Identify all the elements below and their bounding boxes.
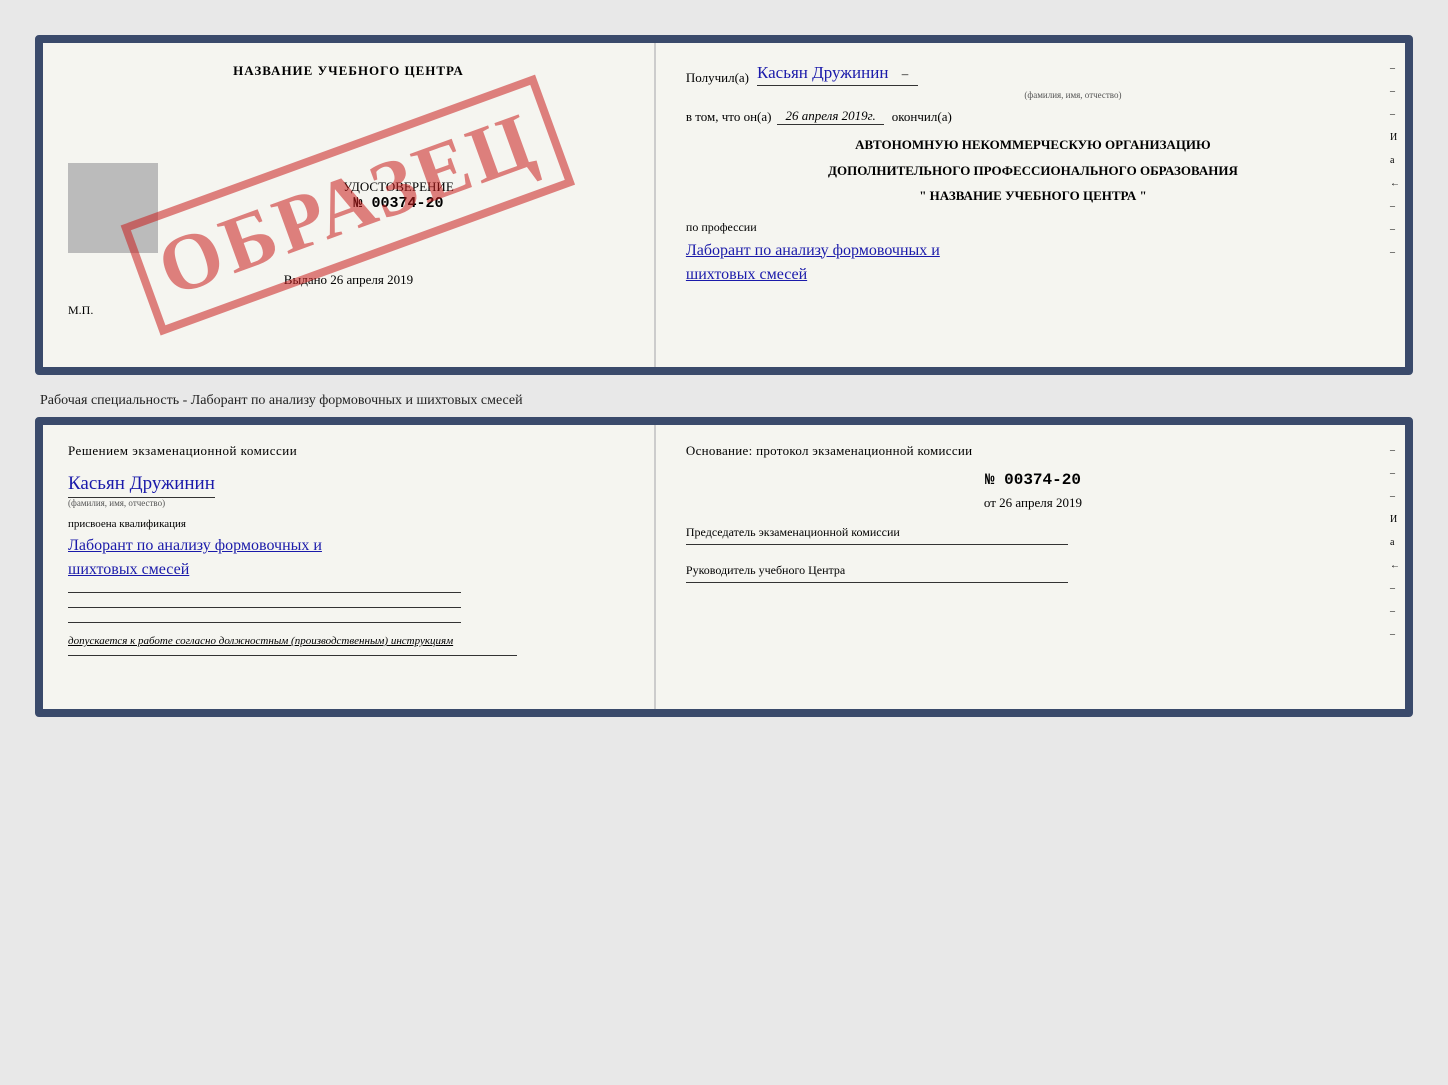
org-line1: АВТОНОМНУЮ НЕКОММЕРЧЕСКУЮ ОРГАНИЗАЦИЮ (686, 135, 1380, 155)
uds-number: № 00374-20 (168, 195, 629, 212)
poluchil-name: Касьян Дружинин – (757, 63, 918, 86)
specialty-line: Рабочая специальность - Лаборант по анал… (35, 385, 1413, 417)
dopusk-text: допускается к работе согласно должностны… (68, 635, 629, 647)
osnov-text: Основание: протокол экзаменационной коми… (686, 443, 1380, 459)
bottom-fio-label: (фамилия, имя, отчество) (68, 498, 629, 508)
top-doc-right: Получил(а) Касьян Дружинин – (фамилия, и… (656, 43, 1405, 367)
ot-line: от 26 апреля 2019 (686, 495, 1380, 511)
bottom-name: Касьян Дружинин (68, 473, 215, 494)
sig-line-3 (68, 622, 461, 623)
komissia-text: Решением экзаменационной комиссии (68, 443, 629, 459)
okonchil-label: окончил(а) (892, 109, 952, 125)
photo-placeholder (68, 163, 158, 253)
protocol-number: № 00374-20 (686, 471, 1380, 489)
bottom-document: Решением экзаменационной комиссии Касьян… (35, 417, 1413, 717)
top-doc-title: НАЗВАНИЕ УЧЕБНОГО ЦЕНТРА (68, 63, 629, 79)
poluchil-name-text: Касьян Дружинин (757, 63, 888, 82)
poluchil-label: Получил(а) (686, 70, 749, 86)
kvalif-text-1: Лаборант по анализу формовочных и (68, 537, 322, 554)
top-document: НАЗВАНИЕ УЧЕБНОГО ЦЕНТРА УДОСТОВЕРЕНИЕ №… (35, 35, 1413, 375)
prof-handwritten-2: шихтовых смесей (686, 263, 1380, 287)
vtom-date: 26 апреля 2019г. (777, 108, 883, 125)
org-line2: ДОПОЛНИТЕЛЬНОГО ПРОФЕССИОНАЛЬНОГО ОБРАЗО… (686, 161, 1380, 181)
name-row: Касьян Дружинин (68, 473, 215, 498)
fio-label-top: (фамилия, имя, отчество) (766, 90, 1380, 100)
right-edge-marks: – – – И а ← – – – (1390, 63, 1400, 258)
page-wrapper: НАЗВАНИЕ УЧЕБНОГО ЦЕНТРА УДОСТОВЕРЕНИЕ №… (20, 20, 1428, 732)
rukovod-label: Руководитель учебного Центра (686, 563, 1380, 578)
prof-text-2: шихтовых смесей (686, 266, 807, 283)
uds-label: УДОСТОВЕРЕНИЕ (168, 179, 629, 195)
prof-label: по профессии (686, 220, 1380, 235)
kvalif-text-2: шихтовых смесей (68, 561, 189, 578)
kvalif-handwritten-1: Лаборант по анализу формовочных и (68, 534, 629, 558)
predsedatel-label: Председатель экзаменационной комиссии (686, 525, 1380, 540)
vtom-label: в том, что он(а) (686, 109, 772, 125)
kvalif-label: присвоена квалификация (68, 518, 629, 530)
bottom-doc-left: Решением экзаменационной комиссии Касьян… (43, 425, 656, 709)
prof-handwritten: Лаборант по анализу формовочных и (686, 239, 1380, 263)
rukovod-sig-line (686, 582, 1068, 583)
sig-line-2 (68, 607, 461, 608)
top-doc-left: НАЗВАНИЕ УЧЕБНОГО ЦЕНТРА УДОСТОВЕРЕНИЕ №… (43, 43, 656, 367)
kvalif-handwritten-2: шихтовых смесей (68, 558, 629, 582)
poluchil-row: Получил(а) Касьян Дружинин – (686, 63, 1380, 86)
dopusk-sig-line (68, 655, 517, 656)
vydano-line: Выдано 26 апреля 2019 (68, 272, 629, 288)
sig-line-1 (68, 592, 461, 593)
bottom-right-edge-marks: – – – И а ← – – – (1390, 445, 1400, 640)
org-name: " НАЗВАНИЕ УЧЕБНОГО ЦЕНТРА " (686, 186, 1380, 206)
mp-label: М.П. (68, 303, 629, 318)
prof-text-1: Лаборант по анализу формовочных и (686, 242, 940, 259)
bottom-doc-right: Основание: протокол экзаменационной коми… (656, 425, 1405, 709)
predsedatel-sig-line (686, 544, 1068, 545)
vtom-row: в том, что он(а) 26 апреля 2019г. окончи… (686, 108, 1380, 125)
